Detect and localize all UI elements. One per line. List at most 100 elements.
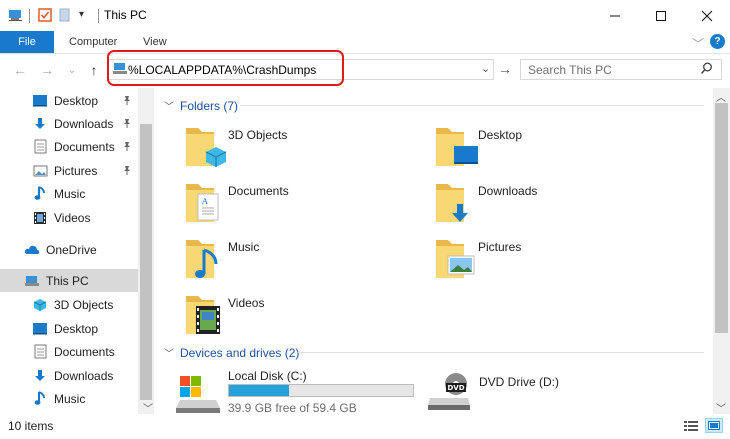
drive-tile-c[interactable]: Local Disk (C:) 39.9 GB free of 59.4 GB (176, 369, 426, 416)
maximize-icon (656, 10, 666, 21)
downloads-folder-icon (436, 184, 468, 222)
chevron-down-icon: ⌄ (67, 64, 77, 76)
folder-label: Desktop (478, 128, 523, 142)
sidebar-item-documents-pc[interactable]: Documents (0, 340, 138, 363)
desktop-icon (32, 93, 48, 109)
downloads-icon (32, 368, 48, 384)
up-arrow-icon: ↑ (90, 62, 98, 78)
videos-icon (32, 210, 48, 226)
drives-group-header[interactable]: ﹀ Devices and drives (2) (164, 345, 299, 361)
this-pc-icon (8, 7, 24, 23)
sidebar-item-downloads-pc[interactable]: Downloads (0, 364, 138, 387)
back-button[interactable]: ← (10, 60, 30, 80)
go-arrow-icon[interactable]: → (498, 61, 512, 77)
svg-text:A: A (201, 197, 208, 206)
sidebar-item-music-pc[interactable]: Music (0, 387, 138, 410)
music-icon (32, 186, 48, 202)
sidebar-item-this-pc[interactable]: This PC (0, 269, 138, 292)
minimize-icon (610, 15, 620, 16)
sidebar-item-desktop-pc[interactable]: Desktop (0, 317, 138, 340)
customize-quick-access-icon[interactable]: ▾ (79, 9, 84, 20)
drive-usage-fill (229, 385, 290, 396)
videos-folder-icon (186, 296, 220, 334)
pin-icon (122, 94, 132, 108)
forward-arrow-icon: → (40, 62, 54, 78)
back-arrow-icon: ← (13, 62, 27, 78)
sidebar-item-videos[interactable]: Videos (0, 206, 138, 229)
folders-group-header[interactable]: ﹀ Folders (7) (164, 98, 238, 114)
3d-objects-folder-icon (186, 128, 227, 167)
folders-group-divider (240, 105, 704, 106)
address-highlight-annotation (107, 50, 344, 86)
folder-label: 3D Objects (228, 128, 288, 142)
details-view-icon[interactable] (684, 420, 698, 435)
minimize-button[interactable] (592, 0, 638, 31)
downloads-icon (32, 116, 48, 132)
search-icon[interactable] (700, 62, 713, 78)
pin-icon (122, 117, 132, 131)
sidebar-item-downloads[interactable]: Downloads (0, 112, 138, 135)
folder-tile-music[interactable]: Music (184, 236, 384, 282)
music-folder-icon (186, 240, 218, 278)
sidebar-item-music[interactable]: Music (0, 182, 138, 205)
pin-icon (122, 164, 132, 178)
drive-tile-d[interactable]: DVD DVD Drive (D:) (428, 372, 628, 416)
desktop-icon (32, 321, 48, 337)
recent-locations-button[interactable]: ⌄ (62, 60, 82, 80)
content-scroll-down-icon[interactable]: ﹀ (716, 400, 726, 415)
tab-file[interactable]: File (0, 31, 54, 53)
folder-tile-3d-objects[interactable]: 3D Objects (184, 124, 384, 170)
documents-folder-icon: A (186, 184, 219, 222)
sidebar-item-documents[interactable]: Documents (0, 135, 138, 158)
sidebar-item-pictures[interactable]: Pictures (0, 159, 138, 182)
forward-button[interactable]: → (37, 60, 57, 80)
drive-usage-bar (228, 384, 414, 397)
folder-label: Downloads (478, 184, 538, 198)
sidebar-item-onedrive[interactable]: OneDrive (0, 238, 138, 261)
svg-text:DVD: DVD (447, 384, 464, 392)
sidebar-item-desktop[interactable]: Desktop (0, 89, 138, 112)
collapse-chevron-icon: ﹀ (164, 349, 174, 360)
search-input[interactable]: Search This PC (528, 63, 612, 77)
sidebar-scroll-thumb[interactable] (140, 124, 152, 400)
onedrive-icon (24, 242, 40, 258)
title-separator (98, 9, 99, 23)
up-button[interactable]: ↑ (84, 60, 104, 80)
folder-label: Videos (228, 296, 265, 310)
folder-tile-pictures[interactable]: Pictures (434, 236, 634, 282)
window-title: This PC (104, 8, 147, 22)
pictures-folder-icon (436, 240, 475, 278)
drives-group-divider (298, 352, 704, 353)
collapse-chevron-icon: ﹀ (164, 102, 174, 113)
address-dropdown-icon[interactable]: ⌄ (481, 62, 490, 75)
close-button[interactable] (684, 0, 730, 31)
sidebar-item-3d-objects[interactable]: 3D Objects (0, 293, 138, 316)
music-icon (32, 391, 48, 407)
content-scroll-thumb[interactable] (715, 103, 728, 333)
folder-tile-downloads[interactable]: Downloads (434, 180, 634, 226)
3d-objects-icon (32, 297, 48, 313)
desktop-folder-icon (436, 128, 478, 166)
documents-icon (32, 139, 48, 155)
folder-label: Pictures (478, 240, 522, 254)
large-icons-view-icon[interactable] (705, 418, 723, 433)
local-disk-icon (176, 376, 220, 413)
pin-icon (122, 140, 132, 154)
sidebar-scroll-down-icon[interactable]: ﹀ (143, 400, 153, 415)
pictures-icon (32, 163, 48, 179)
status-item-count: 10 items (8, 419, 54, 433)
properties-icon[interactable] (37, 7, 53, 23)
documents-icon (32, 344, 48, 360)
dvd-drive-icon: DVD (428, 373, 470, 410)
this-pc-icon (24, 273, 40, 289)
new-folder-icon[interactable] (57, 7, 73, 23)
close-icon (701, 10, 713, 21)
folder-tile-videos[interactable]: Videos (184, 292, 384, 338)
content-scroll-up-icon[interactable]: ︿ (716, 89, 726, 104)
qa-separator (29, 9, 30, 23)
maximize-button[interactable] (638, 0, 684, 31)
help-icon[interactable]: ? (710, 34, 725, 49)
ribbon-expand-chevron-icon[interactable]: ﹀ (692, 35, 704, 52)
folder-tile-desktop[interactable]: Desktop (434, 124, 634, 170)
folder-tile-documents[interactable]: A Documents (184, 180, 384, 226)
